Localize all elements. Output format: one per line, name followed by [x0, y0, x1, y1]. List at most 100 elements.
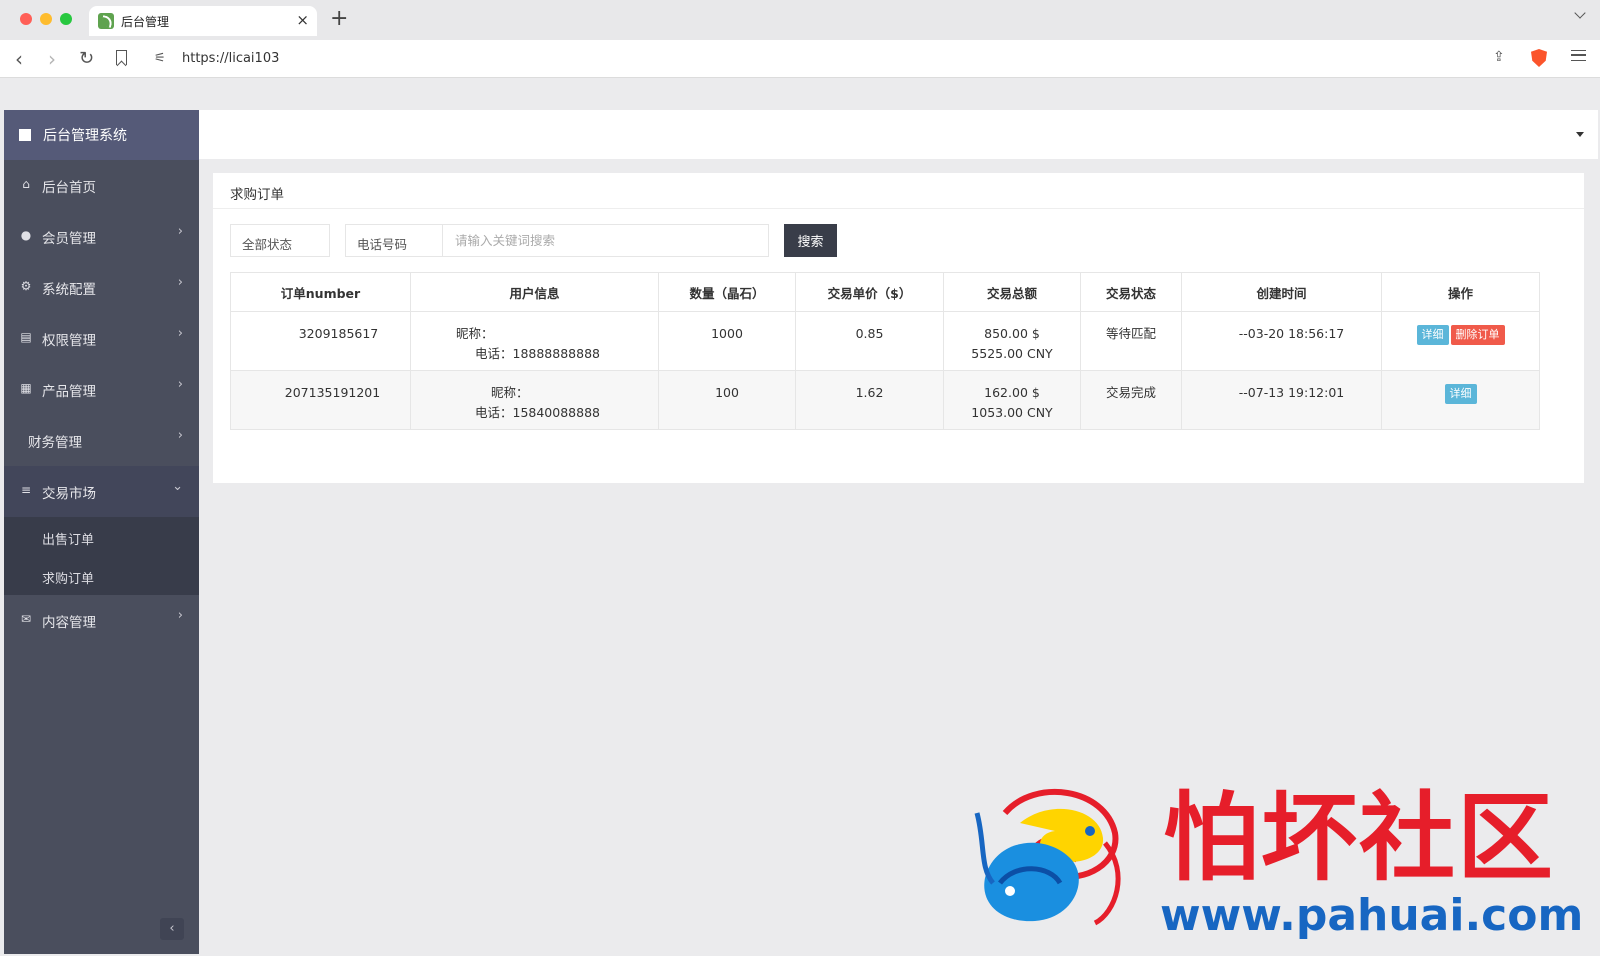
sidebar-item-label: 会员管理 — [42, 231, 96, 247]
table-header-row: 订单number 用户信息 数量（晶石） 交易单价（$） 交易总额 交易状态 创… — [230, 272, 1540, 312]
menu-icon[interactable] — [1571, 50, 1586, 61]
gears-icon: ⚙ — [20, 279, 32, 293]
user-phone: 电话：15840088888 — [475, 405, 600, 420]
sidebar-item-permissions[interactable]: ▤ 权限管理 › — [4, 313, 199, 364]
total-amount: 850.00 $ 5525.00 CNY — [943, 311, 1081, 371]
column-header: 交易状态 — [1080, 272, 1182, 312]
sidebar-item-home[interactable]: ⌂ 后台首页 — [4, 160, 199, 211]
brave-shield-icon[interactable] — [1531, 49, 1547, 67]
orders-table: 订单number 用户信息 数量（晶石） 交易单价（$） 交易总额 交易状态 创… — [230, 272, 1540, 430]
sidebar-item-label: 后台首页 — [42, 180, 96, 196]
top-header — [199, 110, 1598, 159]
total-cny: 1053.00 CNY — [971, 405, 1053, 420]
chevron-right-icon: › — [177, 428, 183, 443]
chevron-right-icon: › — [177, 224, 183, 239]
user-icon: ● — [20, 228, 32, 242]
detail-button[interactable]: 详细 — [1416, 325, 1449, 345]
sidebar-brand[interactable]: 后台管理系统 — [4, 110, 199, 160]
total-usd: 850.00 $ — [984, 326, 1040, 341]
search-button[interactable]: 搜索 — [784, 224, 837, 257]
id-card-icon: ▤ — [20, 330, 32, 344]
sidebar-item-members[interactable]: ● 会员管理 › — [4, 211, 199, 262]
user-nickname: 昵称： — [491, 385, 529, 400]
sidebar-subitem-label: 求购订单 — [42, 572, 95, 587]
status-select-value: 全部状态 — [242, 237, 293, 252]
brand-title: 后台管理系统 — [43, 128, 127, 144]
sidebar-item-label: 内容管理 — [42, 615, 96, 631]
trade-status: 交易完成 — [1080, 370, 1182, 430]
back-button[interactable]: ‹ — [15, 47, 23, 71]
user-info: 昵称： 电话：15840088888 — [410, 370, 659, 430]
address-bar: ‹ › ↻ ⚟ https://licai103 ⇪ — [0, 40, 1600, 78]
column-header: 交易单价（$） — [795, 272, 944, 312]
grid-icon: ▦ — [20, 381, 32, 395]
order-number: 3209185617 — [230, 311, 411, 371]
tab-close-button[interactable]: × — [296, 11, 309, 29]
sidebar-item-products[interactable]: ▦ 产品管理 › — [4, 364, 199, 415]
sidebar-item-label: 财务管理 — [28, 435, 82, 451]
favicon-icon — [98, 13, 114, 29]
list-icon: ≡ — [20, 483, 32, 497]
quantity: 1000 — [658, 311, 796, 371]
page-title: 求购订单 — [230, 187, 284, 203]
unit-price: 0.85 — [795, 311, 944, 371]
sidebar-item-label: 交易市场 — [42, 486, 96, 502]
total-amount: 162.00 $ 1053.00 CNY — [943, 370, 1081, 430]
delete-order-button[interactable]: 删除订单 — [1450, 325, 1505, 345]
search-field-value: 电话号码 — [357, 237, 408, 252]
browser-tab[interactable]: 后台管理 × — [89, 6, 317, 36]
caret-down-icon[interactable] — [1576, 132, 1584, 137]
minimize-window-button[interactable] — [40, 13, 52, 25]
orders-panel: 求购订单 全部状态 电话号码 搜索 订单number 用户信息 数量（晶石） 交… — [213, 173, 1584, 483]
tab-list-chevron-icon[interactable] — [1574, 7, 1586, 19]
sidebar-collapse-button[interactable]: ‹ — [160, 918, 184, 940]
maximize-window-button[interactable] — [60, 13, 72, 25]
total-usd: 162.00 $ — [984, 385, 1040, 400]
actions: 详细 删除订单 — [1381, 311, 1540, 371]
browser-tab-bar: 后台管理 × + — [0, 0, 1600, 40]
sidebar-item-settings[interactable]: ⚙ 系统配置 › — [4, 262, 199, 313]
chevron-right-icon: › — [177, 275, 183, 290]
column-header: 订单number — [230, 272, 411, 312]
url-field[interactable]: ⚟ https://licai103 — [146, 44, 1526, 74]
bookmark-icon[interactable] — [116, 50, 127, 65]
divider — [213, 208, 1584, 209]
sidebar-item-label: 系统配置 — [42, 282, 96, 298]
fish-logo-icon — [974, 789, 1121, 926]
watermark-title: 怕坏社区 — [1163, 781, 1555, 894]
sidebar-item-label: 产品管理 — [42, 384, 96, 400]
chevron-right-icon: › — [177, 608, 183, 623]
sidebar-subitem-buy-orders[interactable]: 求购订单 — [4, 556, 199, 595]
sidebar: 后台管理系统 ⌂ 后台首页 ● 会员管理 › ⚙ 系统配置 › ▤ 权限管理 ›… — [4, 110, 199, 954]
reload-button[interactable]: ↻ — [79, 47, 94, 71]
sidebar-item-finance[interactable]: 财务管理 › — [4, 415, 199, 466]
chevron-right-icon: › — [177, 377, 183, 392]
close-window-button[interactable] — [20, 13, 32, 25]
table-row: 207135191201 昵称： 电话：15840088888 100 1.62… — [230, 370, 1540, 430]
new-tab-button[interactable]: + — [330, 6, 348, 32]
quantity: 100 — [658, 370, 796, 430]
user-phone: 电话：18888888888 — [475, 346, 600, 361]
search-input[interactable] — [442, 224, 769, 257]
user-nickname: 昵称： — [456, 326, 494, 341]
detail-button[interactable]: 详细 — [1444, 384, 1477, 404]
site-settings-icon[interactable]: ⚟ — [154, 51, 166, 66]
order-number: 207135191201 — [230, 370, 411, 430]
sidebar-item-label: 权限管理 — [42, 333, 96, 349]
sidebar-item-market[interactable]: ≡ 交易市场 ⌄ — [4, 466, 199, 517]
sidebar-subitem-label: 出售订单 — [42, 533, 95, 548]
market-submenu: 出售订单 求购订单 — [4, 517, 199, 595]
share-icon[interactable]: ⇪ — [1493, 49, 1505, 65]
user-info: 昵称： 电话：18888888888 — [410, 311, 659, 371]
watermark-url: www.pahuai.com — [1160, 890, 1584, 941]
total-cny: 5525.00 CNY — [971, 346, 1053, 361]
url-text[interactable]: https://licai103 — [182, 51, 279, 66]
column-header: 创建时间 — [1181, 272, 1382, 312]
status-select[interactable]: 全部状态 — [230, 224, 330, 257]
sidebar-item-content[interactable]: ✉ 内容管理 › — [4, 595, 199, 646]
table-row: 3209185617 昵称： 电话：18888888888 1000 0.85 … — [230, 311, 1540, 371]
search-field-select[interactable]: 电话号码 — [345, 224, 443, 257]
brand-square-icon — [19, 129, 31, 141]
forward-button[interactable]: › — [48, 47, 56, 71]
sidebar-subitem-sell-orders[interactable]: 出售订单 — [4, 517, 199, 556]
